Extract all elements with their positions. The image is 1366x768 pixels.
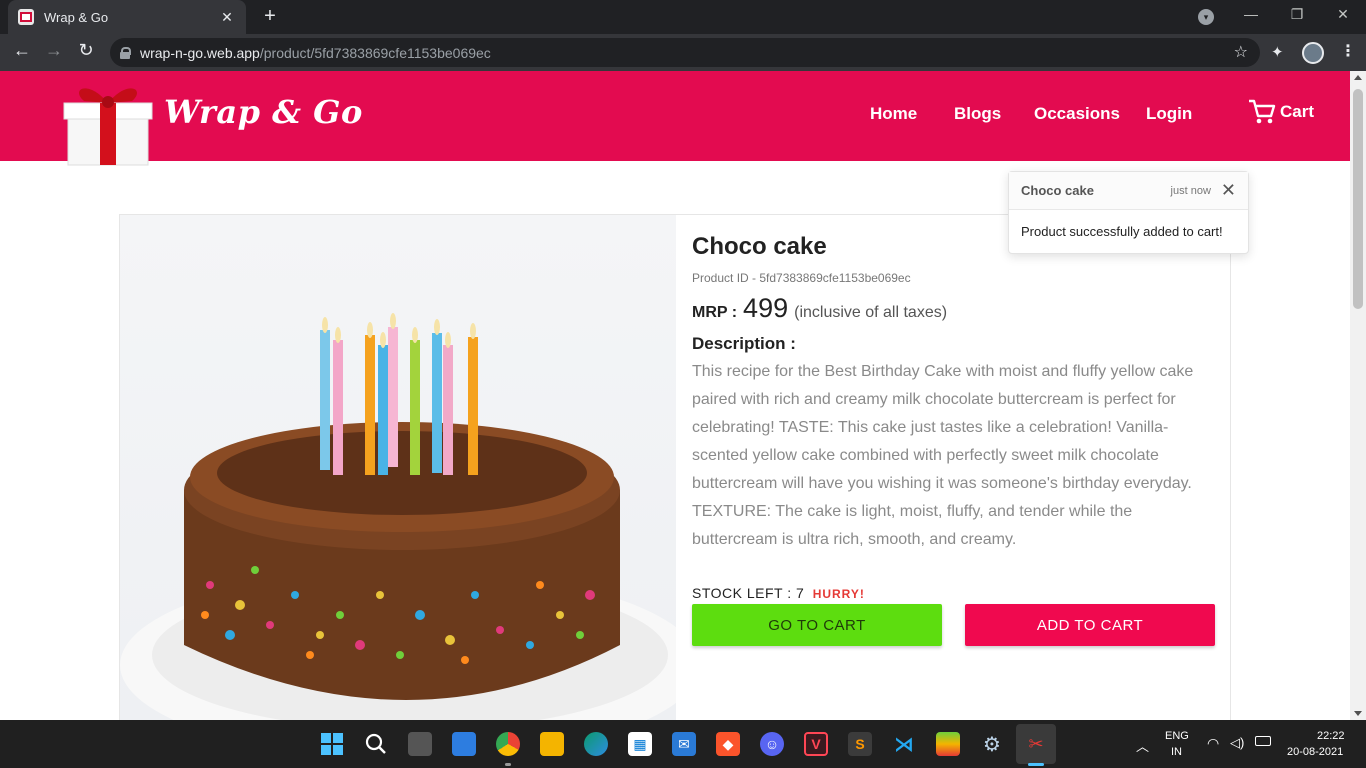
scroll-thumb[interactable] — [1353, 89, 1363, 309]
address-bar[interactable]: wrap-n-go.web.app/product/5fd7383869cfe1… — [110, 38, 1260, 67]
minimize-icon[interactable]: — — [1236, 6, 1266, 22]
site-brand[interactable]: Wrap & Go — [164, 93, 363, 131]
nav-home[interactable]: Home — [870, 104, 917, 124]
stock-status: STOCK LEFT : 7 HURRY! — [692, 585, 865, 601]
toast-message: Product successfully added to cart! — [1021, 224, 1223, 239]
tab-close-icon[interactable]: ✕ — [218, 9, 236, 26]
site-header: Wrap & Go Home Blogs Occasions Login Car… — [0, 71, 1350, 166]
price-row: MRP : 499 (inclusive of all taxes) — [692, 293, 1222, 324]
browser-tabbar: Wrap & Go ✕ + ▾ — ❐ ✕ — [0, 0, 1366, 34]
mail-icon[interactable]: ✉ — [672, 732, 696, 756]
sublime-text-icon[interactable]: S — [848, 732, 872, 756]
bluestacks-icon[interactable] — [936, 732, 960, 756]
clock-date[interactable]: 20-08-2021 — [1287, 746, 1343, 758]
chrome-running-indicator — [505, 763, 511, 766]
tax-note: (inclusive of all taxes) — [794, 304, 948, 321]
nav-cart[interactable]: Cart — [1248, 99, 1314, 125]
description-heading: Description : — [692, 334, 796, 353]
chrome-icon[interactable] — [496, 732, 520, 756]
lock-icon — [120, 46, 131, 59]
scroll-up-icon[interactable] — [1354, 75, 1362, 80]
file-explorer-icon[interactable] — [540, 732, 564, 756]
browser-toolbar: ← → ↻ wrap-n-go.web.app/product/5fd73838… — [0, 34, 1366, 71]
widgets-icon[interactable] — [452, 732, 476, 756]
extensions-puzzle-icon[interactable]: ✦ — [1271, 43, 1284, 61]
page-scrollbar[interactable] — [1350, 71, 1366, 720]
scroll-down-icon[interactable] — [1354, 711, 1362, 716]
toast-close-icon[interactable]: ✕ — [1221, 180, 1236, 201]
settings-gear-icon[interactable]: ⚙ — [980, 732, 1004, 756]
battery-icon[interactable] — [1255, 736, 1271, 746]
brave-icon[interactable]: ◆ — [716, 732, 740, 756]
language-bottom[interactable]: IN — [1171, 746, 1182, 758]
profile-avatar[interactable] — [1302, 42, 1324, 64]
edge-icon[interactable] — [584, 732, 608, 756]
language-top[interactable]: ENG — [1165, 730, 1189, 742]
product-card: Choco cake Product ID - 5fd7383869cfe115… — [119, 214, 1231, 720]
search-icon[interactable] — [364, 732, 388, 756]
store-icon[interactable]: ▦ — [628, 732, 652, 756]
discord-icon[interactable]: ☺ — [760, 732, 784, 756]
gift-logo-icon[interactable] — [62, 75, 154, 167]
hurry-badge: HURRY! — [812, 587, 865, 601]
clock-time[interactable]: 22:22 — [1317, 730, 1345, 742]
volume-icon[interactable]: ◁) — [1230, 735, 1244, 751]
restore-icon[interactable]: ❐ — [1282, 6, 1312, 23]
tab-title: Wrap & Go — [44, 9, 109, 25]
toast-header: Choco cake just now ✕ — [1009, 172, 1248, 210]
mrp-label: MRP : — [692, 304, 738, 321]
stock-label: STOCK LEFT : 7 — [692, 585, 805, 601]
tray-overflow-icon[interactable]: ︿ — [1136, 736, 1149, 755]
toast-time: just now — [1170, 184, 1211, 197]
snipping-tool-icon[interactable]: ✂ — [1024, 732, 1048, 756]
browser-tab[interactable]: Wrap & Go ✕ — [8, 0, 246, 34]
toast-title: Choco cake — [1021, 183, 1094, 198]
add-to-cart-button[interactable]: ADD TO CART — [965, 604, 1215, 646]
cart-toast: Choco cake just now ✕ Product successful… — [1008, 171, 1249, 254]
nav-login[interactable]: Login — [1146, 104, 1192, 124]
url-path: /product/5fd7383869cfe1153be069ec — [259, 44, 491, 61]
vscode-icon[interactable]: ⋊ — [892, 732, 916, 756]
valorant-icon[interactable]: V — [804, 732, 828, 756]
cart-label: Cart — [1280, 102, 1315, 121]
bookmark-star-icon[interactable]: ☆ — [1234, 42, 1248, 62]
go-to-cart-button[interactable]: GO TO CART — [692, 604, 942, 646]
tab-search-icon[interactable]: ▾ — [1198, 9, 1214, 25]
nav-occasions[interactable]: Occasions — [1034, 104, 1120, 124]
product-id: Product ID - 5fd7383869cfe1153be069ec — [692, 271, 911, 285]
product-info: Choco cake Product ID - 5fd7383869cfe115… — [692, 233, 1222, 646]
url-host: wrap-n-go.web.app — [140, 44, 260, 61]
reload-icon[interactable]: ↻ — [74, 40, 98, 61]
forward-icon[interactable]: → — [42, 40, 66, 61]
task-view-icon[interactable] — [408, 732, 432, 756]
product-image — [120, 215, 676, 720]
snipping-running-indicator — [1028, 763, 1044, 766]
cart-icon — [1249, 99, 1276, 124]
start-icon[interactable] — [320, 732, 344, 756]
gift-favicon-icon — [18, 9, 34, 25]
window-close-icon[interactable]: ✕ — [1328, 6, 1358, 23]
taskbar: ▦ ✉ ◆ ☺ V S ⋊ ⚙ ✂ ︿ ENG IN ◠ ◁) 22:22 20… — [0, 720, 1366, 768]
product-price: 499 — [743, 293, 789, 323]
page-viewport: Wrap & Go Home Blogs Occasions Login Car… — [0, 71, 1350, 720]
new-tab-icon[interactable]: + — [258, 5, 282, 28]
product-description: This recipe for the Best Birthday Cake w… — [692, 363, 1194, 548]
wifi-icon[interactable]: ◠ — [1207, 735, 1219, 752]
browser-menu-icon[interactable]: ⋮ — [1340, 41, 1356, 61]
back-icon[interactable]: ← — [10, 40, 34, 61]
nav-blogs[interactable]: Blogs — [954, 104, 1001, 124]
